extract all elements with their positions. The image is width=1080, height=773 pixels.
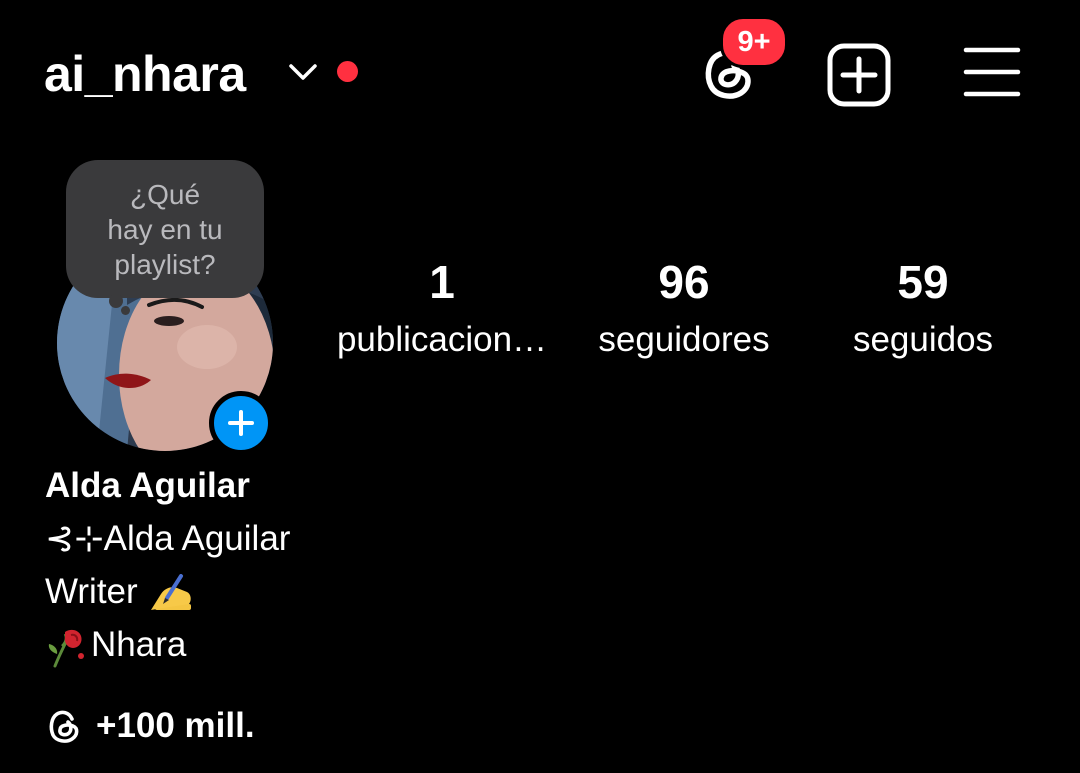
chevron-down-icon[interactable]: [287, 60, 319, 84]
posts-count: 1: [429, 256, 455, 308]
bio-text: Writer: [45, 572, 148, 611]
add-story-button[interactable]: [209, 391, 273, 455]
note-tail-dot: [121, 306, 130, 315]
followers-stat[interactable]: 96 seguidores: [564, 252, 804, 368]
bio-line: Nhara: [45, 624, 186, 668]
threads-profile-link[interactable]: +100 mill.: [45, 704, 255, 748]
writing-hand-icon: [151, 573, 192, 610]
plus-square-icon[interactable]: [826, 42, 892, 108]
wilted-rose-icon: [48, 629, 84, 668]
posts-label: publicacion…: [336, 320, 548, 359]
display-name: Alda Aguilar: [45, 466, 250, 505]
threads-notification-badge: 9+: [720, 16, 788, 68]
profile-username[interactable]: ai_nhara: [44, 44, 246, 104]
note-line: ¿Qué: [129, 179, 201, 210]
following-count: 59: [897, 256, 949, 308]
unread-dot: [337, 61, 358, 82]
note-tail-dot: [109, 294, 123, 308]
note-line: playlist?: [114, 249, 216, 280]
hamburger-menu-icon[interactable]: [962, 44, 1022, 100]
threads-icon: [49, 710, 79, 743]
threads-followers-label: +100 mill.: [96, 706, 255, 745]
following-stat[interactable]: 59 seguidos: [803, 252, 1043, 368]
posts-stat[interactable]: 1 publicacion…: [322, 252, 562, 368]
bio-line: ⊰⊹Alda Aguilar: [45, 519, 291, 558]
following-label: seguidos: [852, 320, 994, 359]
plus-icon: [228, 410, 254, 436]
note-bubble[interactable]: ¿Qué hay en tu playlist?: [66, 160, 264, 298]
bio-text: Nhara: [91, 625, 187, 664]
followers-count: 96: [658, 256, 710, 308]
followers-label: seguidores: [598, 320, 770, 359]
bio-line: Writer: [45, 571, 195, 614]
note-line: hay en tu: [107, 214, 223, 245]
